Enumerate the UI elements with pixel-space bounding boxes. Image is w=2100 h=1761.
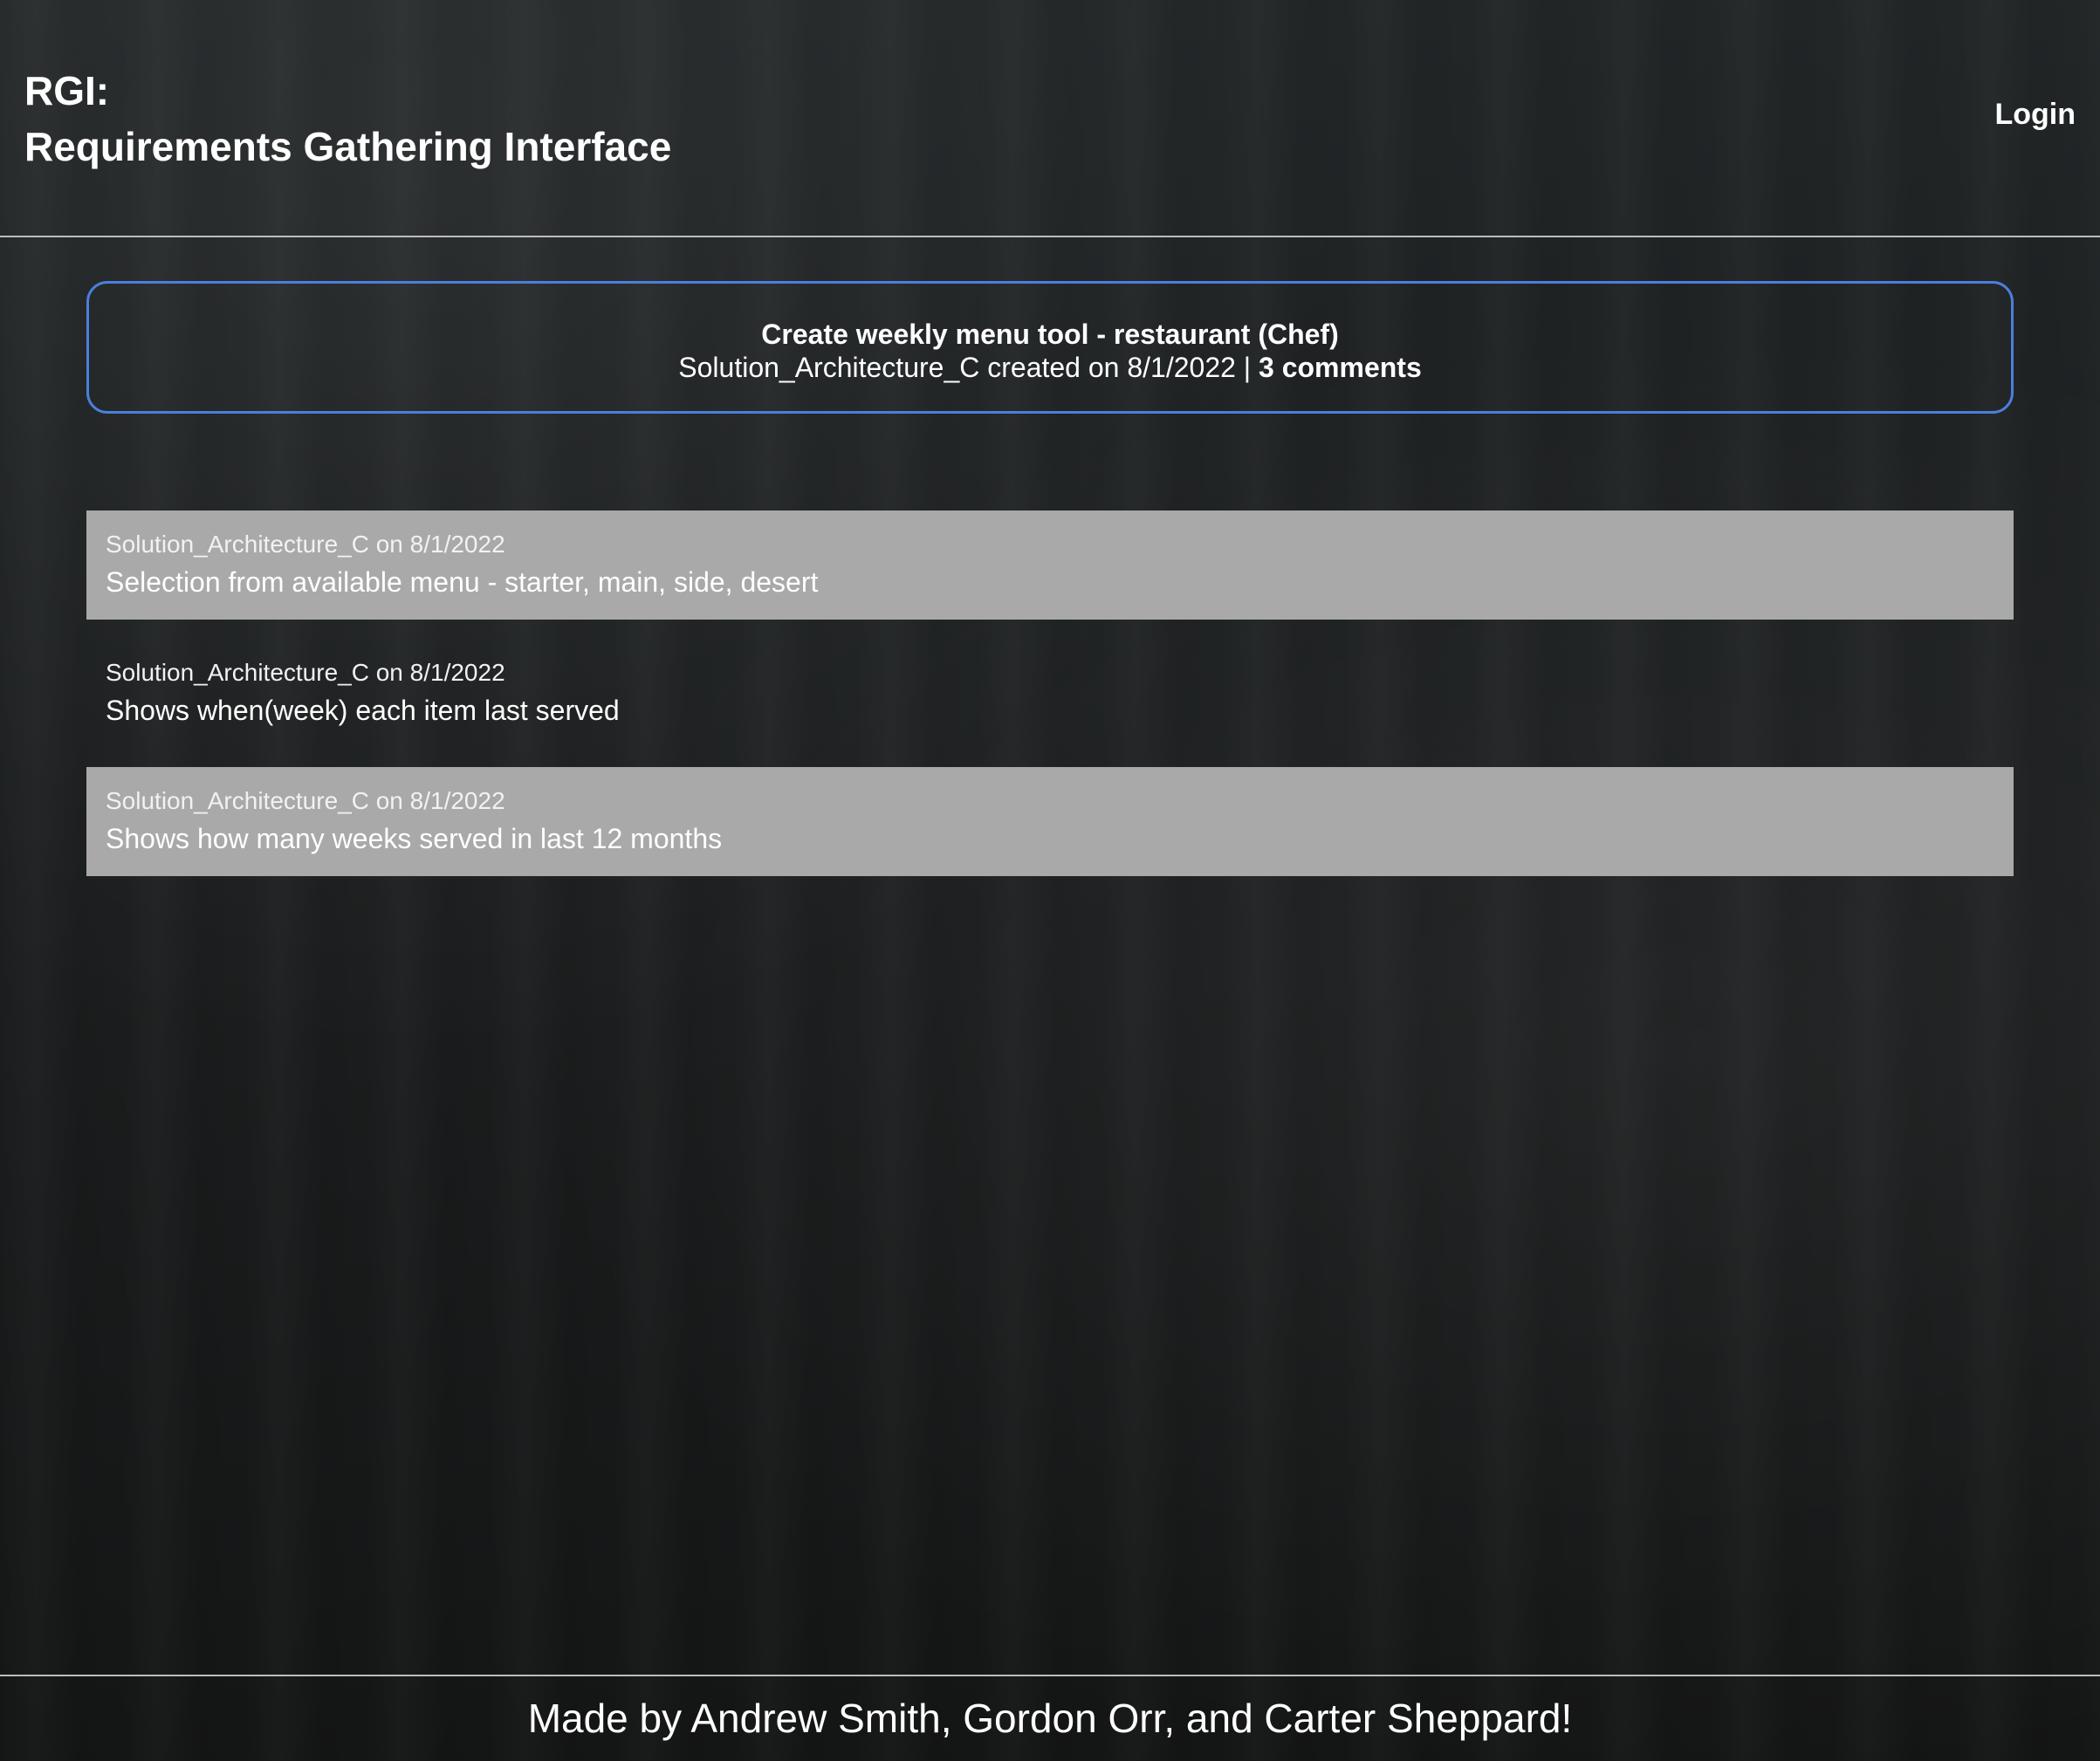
meta-separator: |: [1243, 352, 1252, 383]
requirement-author: Solution_Architecture_C: [678, 352, 980, 383]
comment-count: 3 comments: [1259, 352, 1422, 383]
comment-meta: Solution_Architecture_C on 8/1/2022: [106, 659, 505, 686]
comment-text: Selection from available menu - starter,…: [106, 566, 819, 598]
site-header: RGI: Requirements Gathering Interface Lo…: [0, 0, 2100, 237]
requirement-created-date: created on 8/1/2022: [987, 352, 1236, 383]
comment-meta: Solution_Architecture_C on 8/1/2022: [106, 787, 505, 814]
comment-list: Solution_Architecture_C on 8/1/2022 Sele…: [86, 510, 2014, 895]
requirement-title: Create weekly menu tool - restaurant (Ch…: [761, 319, 1339, 350]
comment-text: Shows how many weeks served in last 12 m…: [106, 823, 723, 854]
brand-full-name: Requirements Gathering Interface: [24, 124, 672, 169]
footer-credits: Made by Andrew Smith, Gordon Orr, and Ca…: [527, 1696, 1573, 1741]
requirement-card[interactable]: Create weekly menu tool - restaurant (Ch…: [86, 281, 2014, 414]
brand-acronym: RGI:: [24, 68, 110, 113]
site-footer: Made by Andrew Smith, Gordon Orr, and Ca…: [0, 1675, 2100, 1761]
comment-item: Solution_Architecture_C on 8/1/2022 Show…: [86, 767, 2014, 876]
site-brand: RGI: Requirements Gathering Interface: [24, 63, 671, 175]
comment-text: Shows when(week) each item last served: [106, 695, 620, 726]
comment-item: Solution_Architecture_C on 8/1/2022 Sele…: [86, 510, 2014, 620]
comment-item: Solution_Architecture_C on 8/1/2022 Show…: [86, 639, 2014, 748]
requirement-meta: Solution_Architecture_C created on 8/1/2…: [89, 351, 2011, 384]
comment-meta: Solution_Architecture_C on 8/1/2022: [106, 531, 505, 558]
login-link[interactable]: Login: [1994, 98, 2076, 132]
